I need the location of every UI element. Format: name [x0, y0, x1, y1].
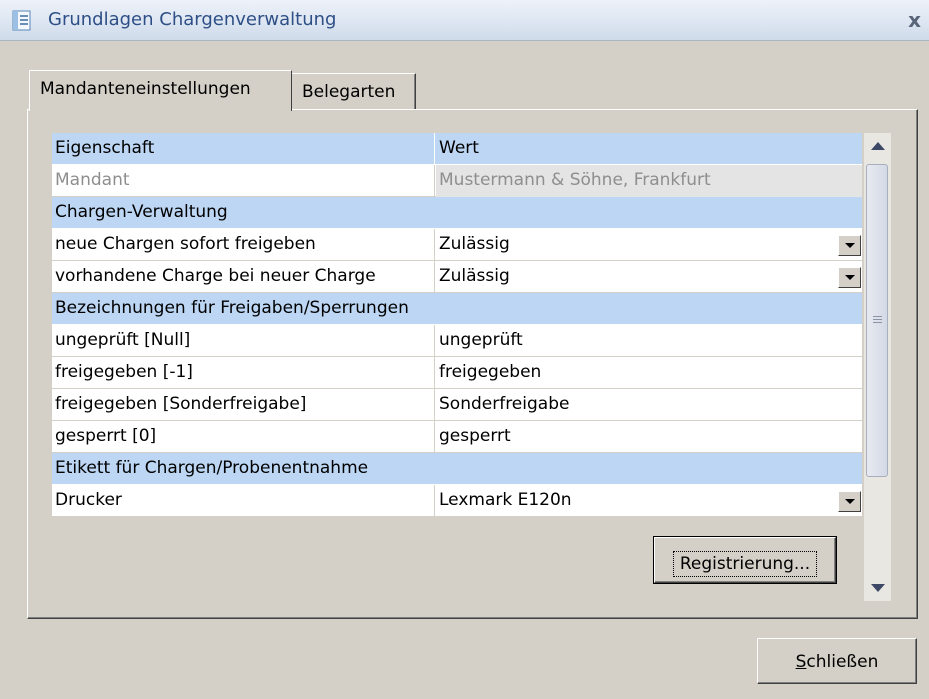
dialog-window: Grundlagen Chargenverwaltung x Mandanten…: [0, 0, 929, 699]
group-row-bezeichnungen: Bezeichnungen für Freigaben/Sperrungen: [52, 293, 862, 325]
registrierung-button[interactable]: Registrierung...: [653, 536, 837, 584]
column-header-eigenschaft: Eigenschaft: [52, 133, 435, 165]
property-value-input[interactable]: ungeprüft: [436, 325, 862, 357]
vertical-scrollbar[interactable]: [864, 133, 891, 601]
scroll-down-icon[interactable]: [864, 574, 891, 601]
registrierung-button-label: Registrierung...: [672, 550, 818, 577]
window-title: Grundlagen Chargenverwaltung: [48, 9, 337, 30]
grid-header-row: Eigenschaft Wert: [52, 133, 862, 165]
mnemonic-letter: S: [795, 652, 807, 672]
app-icon: [12, 10, 32, 31]
dropdown-arrow-icon[interactable]: [838, 267, 861, 288]
property-value-input[interactable]: Sonderfreigabe: [436, 389, 862, 421]
property-grid: Eigenschaft Wert Mandant Mustermann & Sö…: [52, 133, 862, 516]
select-value: Zulässig: [439, 266, 510, 286]
grip-line: [873, 316, 882, 317]
select-value: Zulässig: [439, 234, 510, 254]
table-row[interactable]: gesperrt [0] gesperrt: [52, 421, 862, 453]
table-row[interactable]: neue Chargen sofort freigeben Zulässig: [52, 229, 862, 261]
property-value-input[interactable]: gesperrt: [436, 421, 862, 453]
dropdown-arrow-icon[interactable]: [838, 491, 861, 512]
scroll-up-icon[interactable]: [864, 133, 891, 160]
select-value: Lexmark E120n: [439, 490, 572, 510]
tab-mandanteneinstellungen[interactable]: Mandanteneinstellungen: [29, 70, 292, 111]
schliessen-button[interactable]: Schließen: [757, 638, 917, 684]
column-header-wert: Wert: [439, 138, 479, 158]
title-bar[interactable]: Grundlagen Chargenverwaltung x: [0, 0, 929, 41]
table-row[interactable]: ungeprüft [Null] ungeprüft: [52, 325, 862, 357]
group-row-chargen-verwaltung: Chargen-Verwaltung: [52, 197, 862, 229]
group-label: Chargen-Verwaltung: [55, 202, 228, 222]
group-row-etikett: Etikett für Chargen/Probenentnahme: [52, 453, 862, 485]
property-label: freigegeben [-1]: [52, 357, 435, 389]
dropdown-arrow-icon[interactable]: [838, 235, 861, 256]
group-label: Bezeichnungen für Freigaben/Sperrungen: [55, 298, 409, 318]
property-value-select[interactable]: Zulässig: [436, 229, 862, 261]
grip-line: [873, 319, 882, 320]
property-label: neue Chargen sofort freigeben: [52, 229, 435, 261]
tab-belegarten[interactable]: Belegarten: [292, 73, 416, 109]
table-row[interactable]: vorhandene Charge bei neuer Charge Zuläs…: [52, 261, 862, 293]
group-label: Etikett für Chargen/Probenentnahme: [55, 458, 369, 478]
schliessen-button-label: chließen: [806, 652, 879, 672]
property-value-select[interactable]: Zulässig: [436, 261, 862, 293]
grip-line: [873, 322, 882, 323]
property-label: Drucker: [52, 485, 435, 516]
table-row[interactable]: Drucker Lexmark E120n: [52, 485, 862, 516]
table-row-mandant: Mandant Mustermann & Söhne, Frankfurt: [52, 165, 862, 197]
property-value-input[interactable]: freigegeben: [436, 357, 862, 389]
property-label: gesperrt [0]: [52, 421, 435, 453]
table-row[interactable]: freigegeben [-1] freigegeben: [52, 357, 862, 389]
property-label: Mandant: [52, 165, 435, 197]
property-label: ungeprüft [Null]: [52, 325, 435, 357]
property-label: vorhandene Charge bei neuer Charge: [52, 261, 435, 293]
close-icon[interactable]: x: [908, 8, 921, 32]
property-label: freigegeben [Sonderfreigabe]: [52, 389, 435, 421]
property-value: Mustermann & Söhne, Frankfurt: [436, 165, 862, 197]
property-value-select[interactable]: Lexmark E120n: [436, 485, 862, 516]
scroll-thumb[interactable]: [866, 164, 888, 477]
table-row[interactable]: freigegeben [Sonderfreigabe] Sonderfreig…: [52, 389, 862, 421]
